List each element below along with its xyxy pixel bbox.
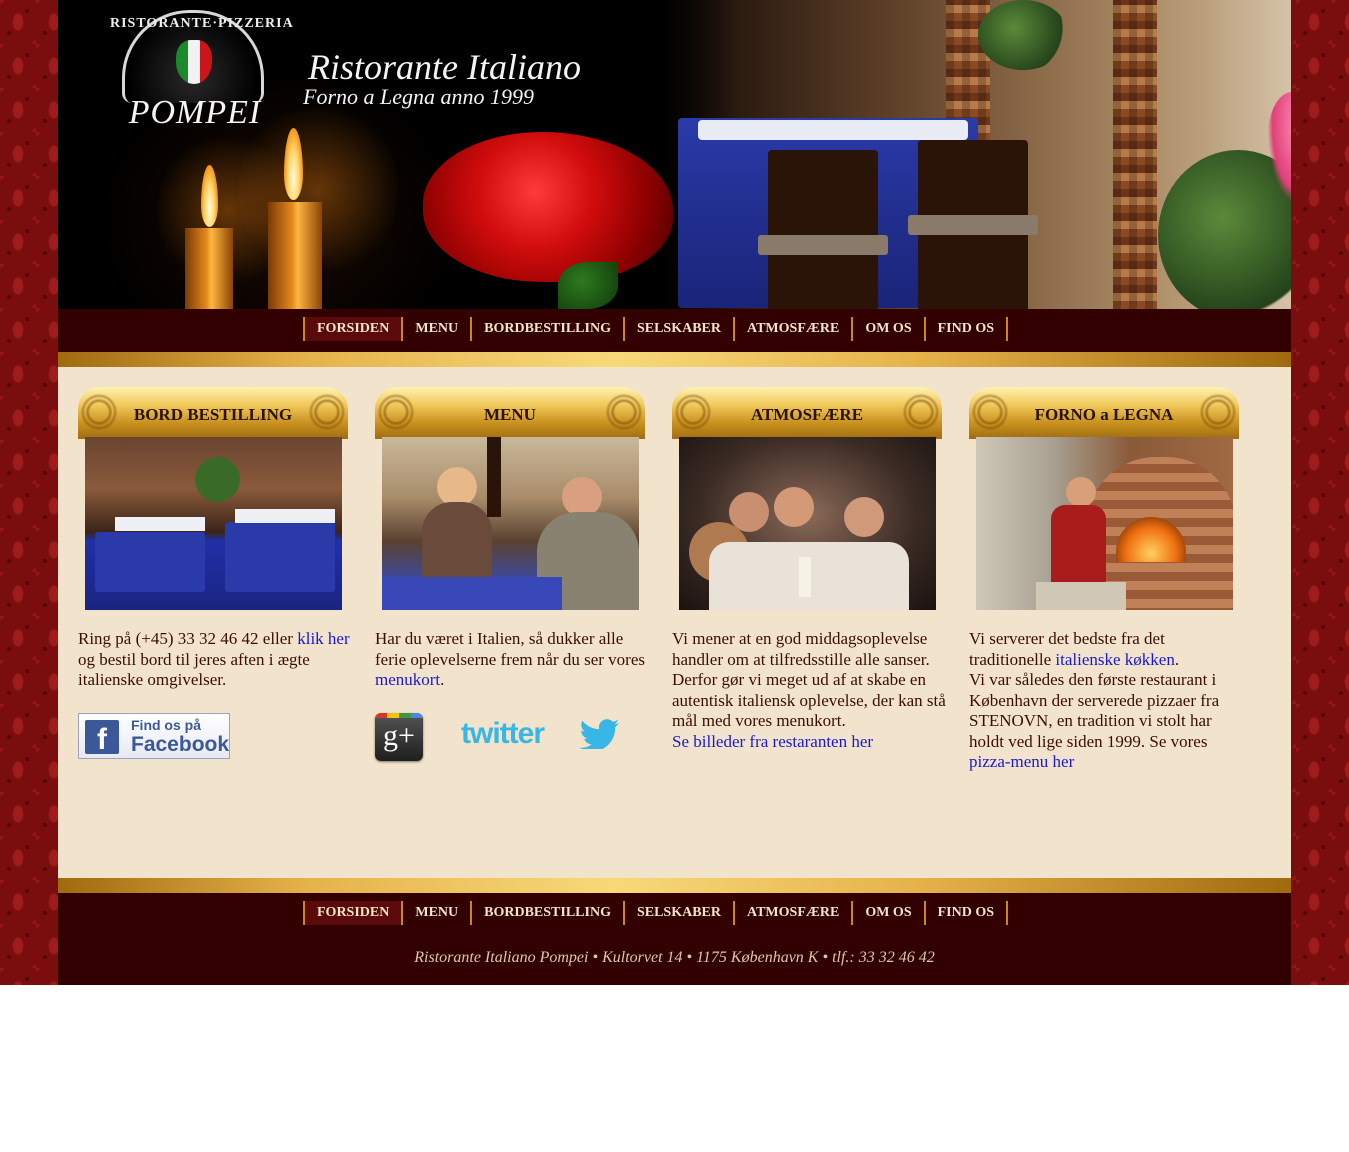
gold-divider-bottom <box>58 878 1291 893</box>
nav-atmosfaere[interactable]: ATMOSFÆRE <box>735 317 854 341</box>
google-plus-button[interactable]: g+ <box>375 713 423 761</box>
facebook-icon: f <box>85 720 119 756</box>
column-bord-bestilling: BORD BESTILLING Ring på (+45) 33 32 46 4… <box>78 387 350 759</box>
facebook-button[interactable]: f Find os på Facebook <box>78 713 230 759</box>
nav-bordbestilling[interactable]: BORDBESTILLING <box>472 317 625 341</box>
site-subtitle: Forno a Legna anno 1999 <box>303 84 534 109</box>
footer-nav-find-os[interactable]: FIND OS <box>926 901 1009 925</box>
footer-menu: FORSIDEN MENU BORDBESTILLING SELSKABER A… <box>303 901 1009 925</box>
photo-dining-couple[interactable] <box>382 437 639 610</box>
photo-tables[interactable] <box>85 437 342 610</box>
column-atmosfaere: ATMOSFÆRE Vi mener at en god middagsople… <box>672 387 946 751</box>
footer: FORSIDEN MENU BORDBESTILLING SELSKABER A… <box>58 893 1291 985</box>
italian-kitchen-link[interactable]: italienske køkken <box>1055 650 1174 669</box>
gold-divider-top <box>58 352 1291 367</box>
column-text: Har du været i Italien, så dukker alle f… <box>375 629 645 689</box>
gallery-link[interactable]: Se billeder fra restaranten her <box>672 732 873 751</box>
footer-nav-menu[interactable]: MENU <box>403 901 473 925</box>
nav-find-os[interactable]: FIND OS <box>926 317 1009 341</box>
photo-wood-oven[interactable] <box>976 437 1233 610</box>
footer-nav-atmosfaere[interactable]: ATMOSFÆRE <box>735 901 854 925</box>
top-navigation-bar: FORSIDEN MENU BORDBESTILLING SELSKABER A… <box>58 309 1291 352</box>
footer-address: Ristorante Italiano Pompei • Kultorvet 1… <box>414 949 935 966</box>
footer-nav-selskaber[interactable]: SELSKABER <box>625 901 736 925</box>
pompei-logo[interactable]: RISTORANTE·PIZZERIA POMPEI <box>110 10 293 135</box>
column-forno-a-legna: FORNO a LEGNA Vi serverer det bedste fra… <box>969 387 1239 771</box>
column-header: MENU <box>375 387 645 439</box>
footer-nav-forsiden[interactable]: FORSIDEN <box>305 901 404 925</box>
italian-flag-icon <box>176 40 212 84</box>
column-menu: MENU Har du været i Italien, så dukker a… <box>375 387 645 761</box>
menu-link[interactable]: menukort <box>375 670 440 689</box>
footer-nav-om-os[interactable]: OM OS <box>853 901 926 925</box>
pizza-menu-link[interactable]: pizza-menu her <box>969 752 1074 771</box>
photo-guests[interactable] <box>679 437 936 610</box>
book-table-link[interactable]: klik her <box>297 629 349 648</box>
page-container: RISTORANTE·PIZZERIA POMPEI Ristorante It… <box>58 0 1291 985</box>
column-header: BORD BESTILLING <box>78 387 348 439</box>
twitter-bird-icon[interactable] <box>579 719 621 749</box>
main-menu: FORSIDEN MENU BORDBESTILLING SELSKABER A… <box>303 317 1009 341</box>
nav-selskaber[interactable]: SELSKABER <box>625 317 736 341</box>
google-plus-icon: g+ <box>383 719 415 752</box>
nav-menu[interactable]: MENU <box>403 317 473 341</box>
header-banner: RISTORANTE·PIZZERIA POMPEI Ristorante It… <box>58 0 1291 309</box>
column-text: Vi serverer det bedste fra det tradition… <box>969 629 1220 771</box>
main-content: BORD BESTILLING Ring på (+45) 33 32 46 4… <box>58 367 1291 878</box>
column-header: FORNO a LEGNA <box>969 387 1239 439</box>
nav-om-os[interactable]: OM OS <box>853 317 926 341</box>
candle-right <box>268 202 322 309</box>
footer-nav-bordbestilling[interactable]: BORDBESTILLING <box>472 901 625 925</box>
column-text: Vi mener at en god middagsoplevelse hand… <box>672 629 946 751</box>
nav-forsiden[interactable]: FORSIDEN <box>305 317 404 341</box>
twitter-button[interactable]: twitter <box>461 717 545 751</box>
candle-left <box>185 228 233 309</box>
column-text: Ring på (+45) 33 32 46 42 eller klik her… <box>78 629 350 689</box>
column-header: ATMOSFÆRE <box>672 387 942 439</box>
site-title: Ristorante Italiano <box>308 47 581 87</box>
